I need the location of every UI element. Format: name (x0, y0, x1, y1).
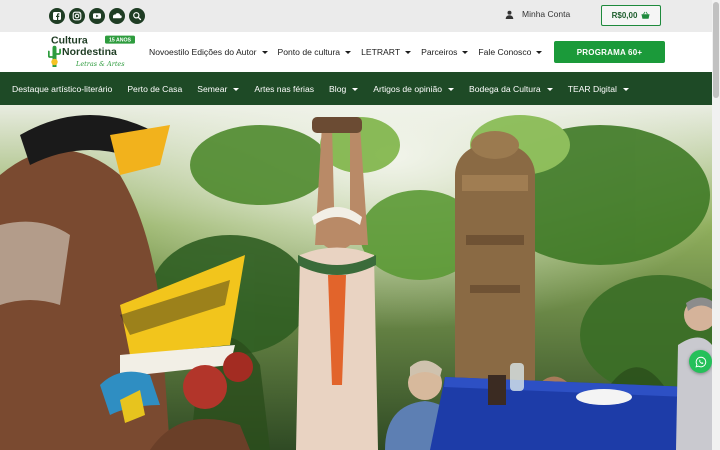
chevron-down-icon (536, 50, 543, 54)
chevron-down-icon (233, 87, 240, 91)
main-nav-item-label: Parceiros (421, 47, 458, 57)
page-scrollbar[interactable] (712, 0, 720, 450)
sub-nav-item-destaque-artistico-literario[interactable]: Destaque artístico-literário (12, 84, 112, 94)
main-nav-item-label: Fale Conosco (478, 47, 532, 57)
logo-tagline: Letras & Artes (75, 60, 125, 68)
facebook-icon[interactable] (49, 8, 65, 24)
whatsapp-icon (694, 356, 706, 367)
youtube-icon[interactable] (89, 8, 105, 24)
programa-60-button[interactable]: PROGRAMA 60+ (554, 41, 665, 63)
sub-nav-item-label: Destaque artístico-literário (12, 84, 113, 94)
logo-anniversary-badge: 15 ANOS (109, 38, 132, 44)
main-nav-item-novoestilo-edicoes-do-autor[interactable]: Novoestilo Edições do Autor (149, 47, 268, 57)
cart-total: R$0,00 (611, 11, 638, 20)
main-nav-item-parceiros[interactable]: Parceiros (421, 47, 469, 57)
site-header: Cultura Nordestina 15 ANOS Letras & Arte… (0, 32, 720, 72)
secondary-navigation-bar: Destaque artístico-literário Perto de Cas… (0, 72, 712, 105)
main-navigation: Novoestilo Edições do Autor Ponto de cult… (149, 47, 543, 57)
soundcloud-icon[interactable] (109, 8, 125, 24)
sub-nav-item-semear[interactable]: Semear (197, 84, 240, 94)
cart-button[interactable]: R$0,00 (601, 5, 661, 26)
sub-nav-item-bodega-da-cultura[interactable]: Bodega da Cultura (469, 84, 553, 94)
chevron-down-icon (448, 87, 455, 91)
sub-nav-item-tear-digital[interactable]: TEAR Digital (568, 84, 629, 94)
hero-photo (0, 105, 712, 450)
logo-line1: Cultura (51, 35, 88, 47)
sub-nav-item-label: Bodega da Cultura (469, 84, 541, 94)
main-nav-item-label: Ponto de cultura (277, 47, 341, 57)
main-nav-item-label: LETRART (361, 47, 401, 57)
sub-nav-item-label: Semear (197, 84, 228, 94)
sub-nav-item-artigos-de-opiniao[interactable]: Artigos de opinião (373, 84, 455, 94)
secondary-navigation: Destaque artístico-literário Perto de Cas… (12, 84, 629, 94)
sub-nav-item-perto-de-casa[interactable]: Perto de Casa (127, 84, 182, 94)
chevron-down-icon (345, 50, 352, 54)
top-bar: Minha Conta R$0,00 (0, 0, 720, 32)
account-label: Minha Conta (522, 9, 571, 19)
main-nav-item-ponto-de-cultura[interactable]: Ponto de cultura (278, 47, 352, 57)
sub-nav-item-label: Artigos de opinião (373, 84, 443, 94)
chevron-down-icon (622, 87, 629, 91)
chevron-down-icon (352, 87, 359, 91)
scrollbar-thumb[interactable] (713, 2, 719, 98)
indigenous-ritual-garden-photo (0, 105, 712, 450)
chevron-down-icon (546, 87, 553, 91)
chevron-down-icon (462, 50, 469, 54)
sub-nav-item-artes-nas-ferias[interactable]: Artes nas férias (254, 84, 314, 94)
sub-nav-item-label: Blog (329, 84, 347, 94)
logo-line2: Nordestina (62, 46, 117, 58)
sub-nav-item-label: Perto de Casa (127, 84, 183, 94)
main-nav-item-fale-conosco[interactable]: Fale Conosco (478, 47, 543, 57)
sub-nav-item-label: TEAR Digital (567, 84, 617, 94)
main-nav-item-label: Novoestilo Edições do Autor (149, 47, 257, 57)
search-icon[interactable] (129, 8, 145, 24)
chevron-down-icon (261, 50, 268, 54)
account-link[interactable]: Minha Conta (505, 9, 570, 19)
user-icon (505, 10, 514, 19)
basket-icon (641, 11, 650, 19)
chevron-down-icon (405, 50, 412, 54)
instagram-icon[interactable] (69, 8, 85, 24)
sub-nav-item-blog[interactable]: Blog (329, 84, 359, 94)
site-logo[interactable]: Cultura Nordestina 15 ANOS Letras & Arte… (47, 33, 138, 71)
whatsapp-chat-button[interactable] (689, 350, 712, 373)
main-nav-item-letrart[interactable]: LETRART (361, 47, 412, 57)
sub-nav-item-label: Artes nas férias (254, 84, 315, 94)
